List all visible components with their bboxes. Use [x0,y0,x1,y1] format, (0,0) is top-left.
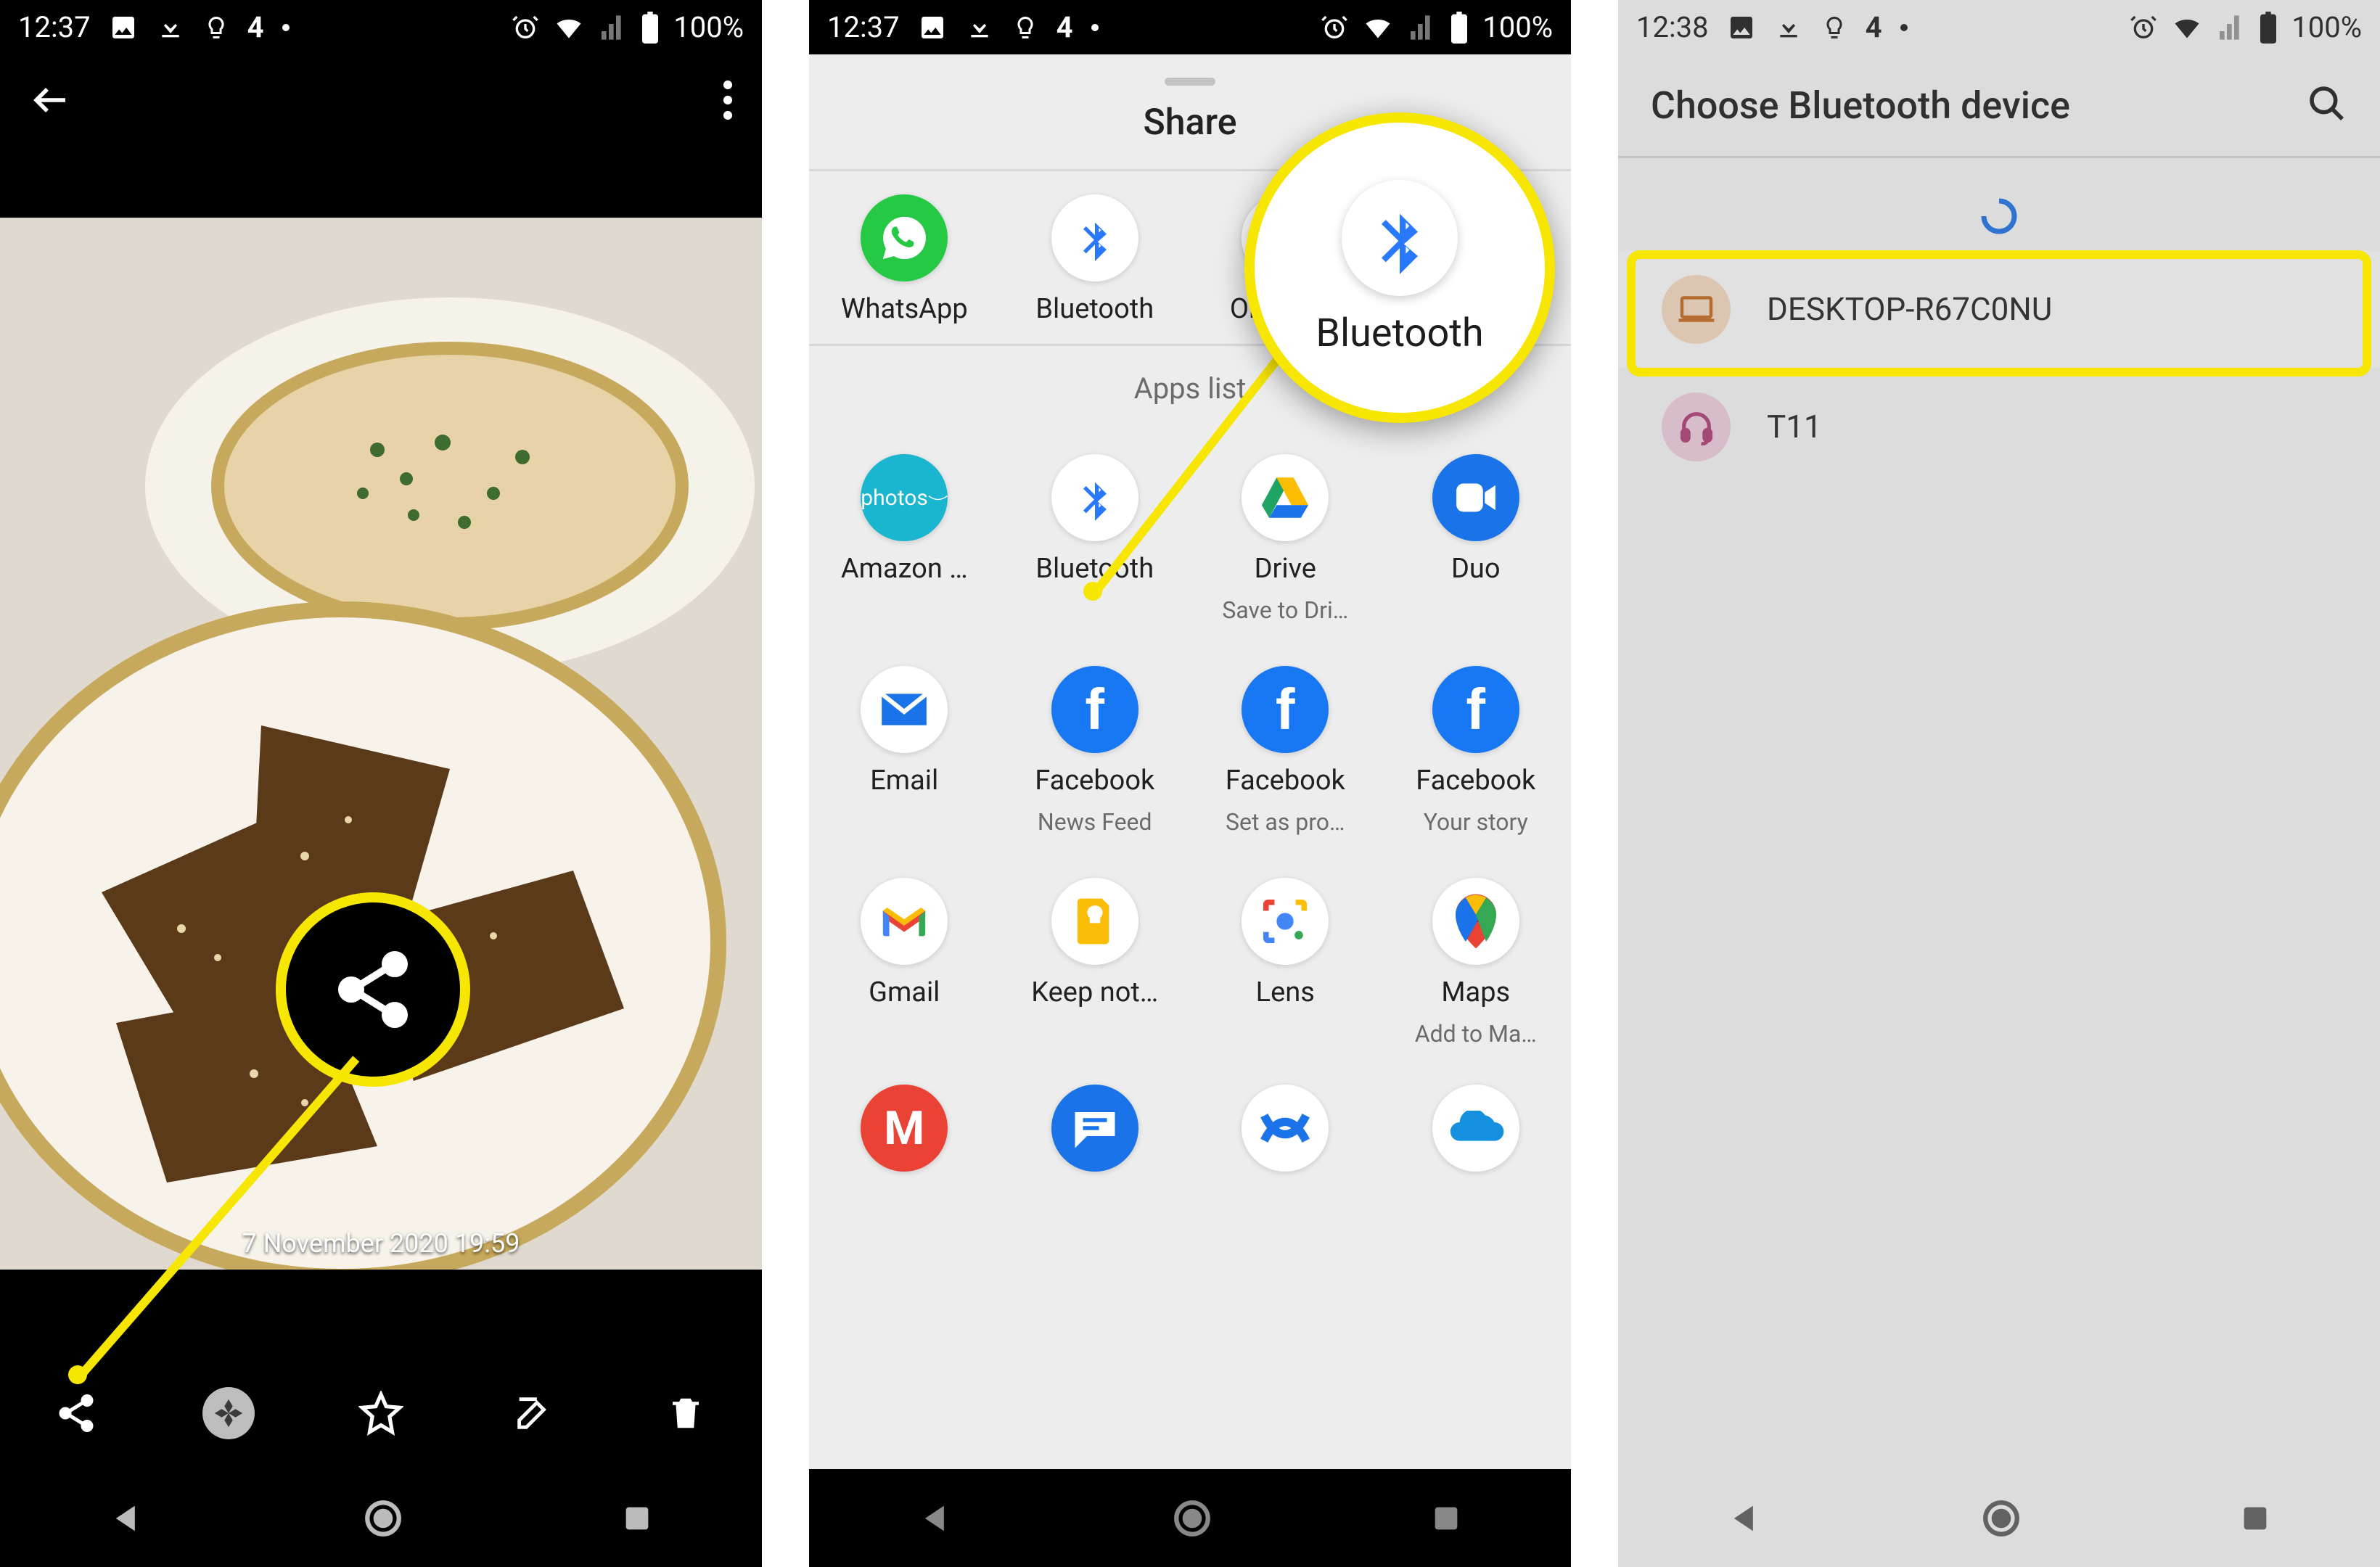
channel4-icon: 4 [1056,10,1073,44]
share-target-whatsapp[interactable]: WhatsApp [809,194,1000,325]
photo-timestamp: 7 November 2020 19:59 [0,1228,762,1259]
signal-icon [598,13,627,42]
nav-home-icon[interactable] [362,1497,404,1539]
alarm-icon [511,13,540,42]
app-gmail[interactable]: Gmail [809,878,1000,1048]
wifi-icon [1362,12,1394,44]
app-duo[interactable]: Duo [1381,454,1572,624]
clock-text: 12:37 [827,10,900,44]
battery-icon [640,12,660,44]
nav-home-icon[interactable] [1171,1497,1213,1539]
gmail-m-icon [861,878,948,965]
facebook-icon: f [1051,666,1138,753]
whatsapp-icon [861,194,948,281]
share-target-label: Bluetooth [1035,293,1154,325]
apps-row-2: Email fFacebookNews Feed fFacebookSet as… [809,643,1571,855]
duo-icon [1432,454,1519,541]
status-bar: 12:37 4 100% [809,0,1571,54]
email-icon [861,666,948,753]
battery-icon [1449,12,1469,44]
callout-line-end [68,1365,87,1384]
nav-back-icon[interactable] [108,1500,146,1537]
edit-icon[interactable] [507,1387,559,1439]
app-keep[interactable]: Keep not… [1000,878,1191,1048]
battery-text: 100% [1482,10,1553,44]
facebook-icon: f [1432,666,1519,753]
gmail-red-icon[interactable]: M [861,1085,948,1172]
download-icon [156,13,185,42]
photo-content[interactable]: 7 November 2020 19:59 [0,218,762,1270]
app-drive[interactable]: DriveSave to Dri… [1190,454,1381,624]
lens-icon [1242,878,1329,965]
more-notifications-icon [282,24,290,31]
movies-icon[interactable] [1242,1085,1329,1172]
drive-icon [1242,454,1329,541]
app-facebook-profile[interactable]: fFacebookSet as pro… [1190,666,1381,836]
app-facebook-newsfeed[interactable]: fFacebookNews Feed [1000,666,1191,836]
sheet-handle-icon[interactable] [1165,78,1215,86]
dim-overlay [1618,0,2380,1567]
app-facebook-story[interactable]: fFacebookYour story [1381,666,1572,836]
more-notifications-icon [1091,24,1099,31]
wifi-icon [553,12,585,44]
messages-icon[interactable] [1051,1085,1138,1172]
apps-row-3: Gmail Keep not… Lens MapsAdd to Ma… [809,855,1571,1066]
app-email[interactable]: Email [809,666,1000,836]
app-amazon-photos[interactable]: photosAmazon … [809,454,1000,624]
callout-line-end [1083,582,1102,601]
status-bar: 12:37 4 100% [0,0,762,54]
bluetooth-icon [1342,180,1458,296]
download-icon [965,13,994,42]
image-icon [109,13,138,42]
nav-recents-icon[interactable] [1429,1502,1463,1535]
apps-row-4-peek: M [809,1066,1571,1172]
share-icon[interactable] [50,1387,102,1439]
star-icon[interactable] [355,1387,407,1439]
app-maps[interactable]: MapsAdd to Ma… [1381,878,1572,1048]
nearby-share-icon[interactable] [202,1387,255,1439]
bulb-icon [1012,15,1038,41]
app-lens[interactable]: Lens [1190,878,1381,1048]
nav-bar [809,1469,1571,1567]
callout-label: Bluetooth [1316,310,1483,356]
image-icon [918,13,947,42]
bluetooth-icon [1051,194,1138,281]
nav-back-icon[interactable] [917,1500,955,1537]
phone-1: 12:37 4 100% [0,0,762,1567]
maps-icon [1432,878,1519,965]
delete-icon[interactable] [660,1387,712,1439]
channel4-icon: 4 [247,10,264,44]
clock-text: 12:37 [18,10,91,44]
nav-bar [0,1469,762,1567]
keep-icon [1051,878,1138,965]
phone-3: 12:38 4 100% Choose Bluetooth device [1618,0,2380,1567]
photo-appbar [0,54,762,149]
overflow-icon[interactable] [723,80,733,123]
callout-bluetooth-zoom: Bluetooth [1244,112,1555,423]
bluetooth-icon [1051,454,1138,541]
share-target-label: WhatsApp [841,293,968,325]
share-target-bluetooth[interactable]: Bluetooth [1000,194,1191,325]
onedrive-icon[interactable] [1432,1085,1519,1172]
signal-icon [1407,13,1436,42]
bulb-icon [203,15,229,41]
facebook-icon: f [1242,666,1329,753]
back-icon[interactable] [29,78,73,125]
alarm-icon [1320,13,1349,42]
amazon-photos-icon: photos [861,454,948,541]
phone-2: 12:37 4 100% Share WhatsApp Bluetoot [809,0,1571,1567]
nav-recents-icon[interactable] [620,1502,654,1535]
battery-text: 100% [673,10,744,44]
photo-bottombar [0,1357,762,1469]
